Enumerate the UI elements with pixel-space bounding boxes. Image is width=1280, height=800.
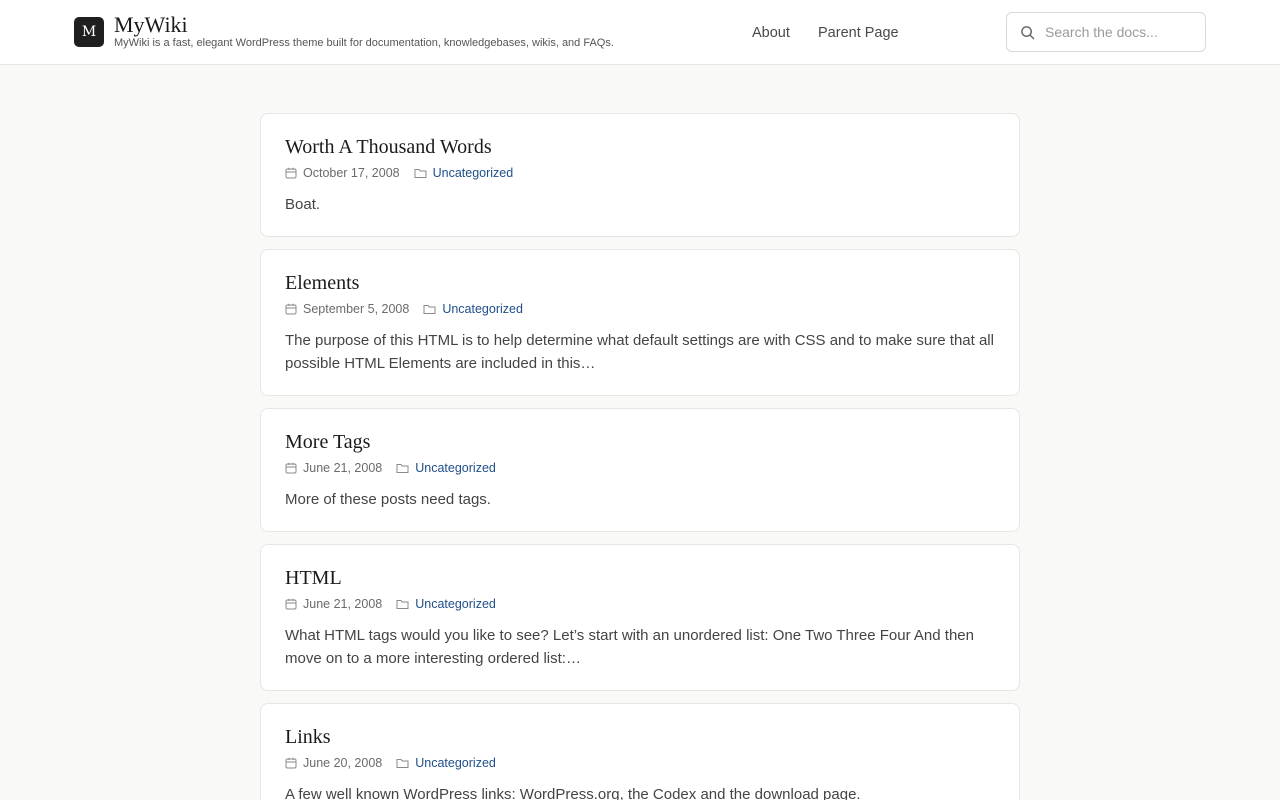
post-date: June 21, 2008 bbox=[303, 597, 383, 611]
post-meta: June 21, 2008 Uncategorized bbox=[285, 460, 995, 476]
post-excerpt: The purpose of this HTML is to help dete… bbox=[285, 332, 994, 372]
post-card: HTML June 21, 2008 Uncategorized What HT… bbox=[260, 544, 1020, 691]
post-category-link[interactable]: Uncategorized bbox=[415, 755, 496, 771]
calendar-icon bbox=[285, 303, 297, 315]
post-title[interactable]: More Tags bbox=[285, 430, 995, 454]
post-excerpt: Boat. bbox=[285, 196, 321, 213]
calendar-icon bbox=[285, 598, 297, 610]
post-category-link[interactable]: Uncategorized bbox=[433, 165, 514, 181]
site-logo[interactable]: M bbox=[74, 17, 104, 47]
calendar-icon bbox=[285, 462, 297, 474]
post-title[interactable]: Links bbox=[285, 725, 995, 749]
post-excerpt: More of these posts need tags. bbox=[285, 491, 491, 508]
post-excerpt: What HTML tags would you like to see? Le… bbox=[285, 627, 974, 667]
calendar-icon bbox=[285, 757, 297, 769]
folder-icon bbox=[414, 169, 427, 178]
search-icon bbox=[1021, 26, 1035, 40]
post-meta: June 20, 2008 Uncategorized bbox=[285, 755, 995, 771]
post-title[interactable]: Worth A Thousand Words bbox=[285, 135, 995, 159]
nav-item-parent-page[interactable]: Parent Page bbox=[818, 24, 899, 42]
calendar-icon bbox=[285, 167, 297, 179]
search-box[interactable] bbox=[1006, 12, 1206, 52]
logo-letter: M bbox=[81, 24, 97, 40]
folder-icon bbox=[396, 759, 409, 768]
post-category-link[interactable]: Uncategorized bbox=[415, 596, 496, 612]
search-input[interactable] bbox=[1045, 21, 1195, 43]
post-category-link[interactable]: Uncategorized bbox=[415, 460, 496, 476]
post-meta: September 5, 2008 Uncategorized bbox=[285, 301, 995, 317]
post-card: Links June 20, 2008 Uncategorized A few … bbox=[260, 703, 1020, 800]
nav-item-about[interactable]: About bbox=[752, 24, 790, 42]
site-header: M MyWiki MyWiki is a fast, elegant WordP… bbox=[0, 0, 1280, 65]
post-date: September 5, 2008 bbox=[303, 302, 410, 316]
folder-icon bbox=[423, 305, 436, 314]
post-card: Worth A Thousand Words October 17, 2008 … bbox=[260, 113, 1020, 237]
post-card: More Tags June 21, 2008 Uncategorized Mo… bbox=[260, 408, 1020, 532]
post-title[interactable]: Elements bbox=[285, 271, 995, 295]
post-date: October 17, 2008 bbox=[303, 166, 400, 180]
post-excerpt: A few well known WordPress links: WordPr… bbox=[285, 786, 861, 800]
folder-icon bbox=[396, 600, 409, 609]
post-title[interactable]: HTML bbox=[285, 566, 995, 590]
post-meta: October 17, 2008 Uncategorized bbox=[285, 165, 995, 181]
post-date: June 21, 2008 bbox=[303, 461, 383, 475]
site-tagline: MyWiki is a fast, elegant WordPress them… bbox=[114, 37, 614, 49]
post-date: June 20, 2008 bbox=[303, 756, 383, 770]
post-meta: June 21, 2008 Uncategorized bbox=[285, 596, 995, 612]
post-card: Elements September 5, 2008 Uncategorized… bbox=[260, 249, 1020, 396]
site-title[interactable]: MyWiki bbox=[114, 12, 188, 38]
folder-icon bbox=[396, 464, 409, 473]
post-category-link[interactable]: Uncategorized bbox=[442, 301, 523, 317]
post-list: Worth A Thousand Words October 17, 2008 … bbox=[260, 113, 1020, 800]
